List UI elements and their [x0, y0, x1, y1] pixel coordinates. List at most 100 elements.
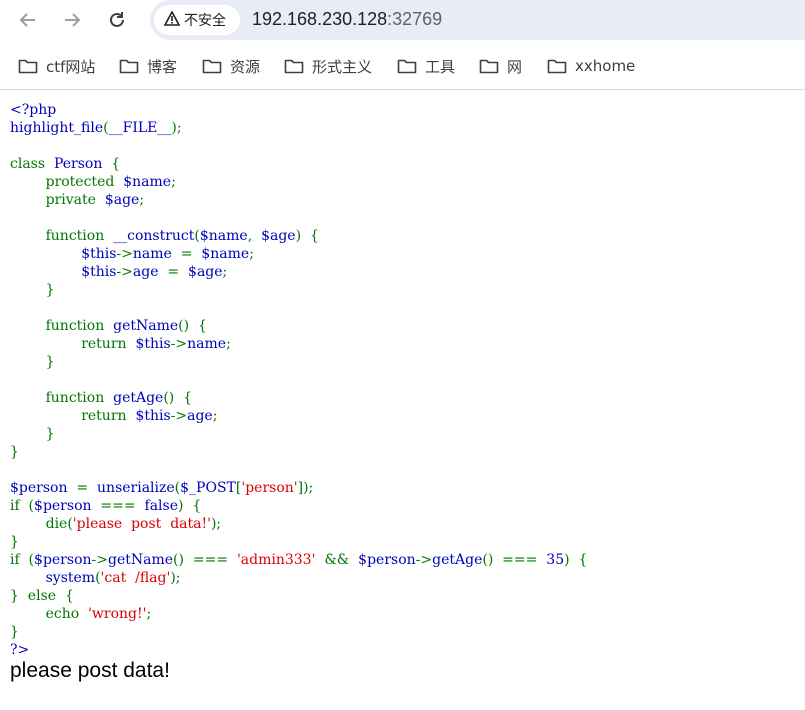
folder-icon — [18, 58, 38, 74]
code-token: 'cat /flag' — [100, 570, 171, 586]
code-line: } — [10, 624, 19, 640]
code-token: -> — [170, 336, 188, 352]
code-token: , — [247, 228, 262, 244]
code-token: 'wrong!' — [88, 606, 147, 622]
security-label: 不安全 — [184, 13, 226, 29]
code-token: $age — [188, 264, 223, 280]
code-token: getName — [113, 318, 179, 334]
code-token: $age — [104, 192, 140, 208]
code-token: ); — [210, 516, 222, 532]
code-token: age — [187, 408, 213, 424]
url-text[interactable]: 192.168.230.128:32769 — [252, 9, 442, 30]
code-line: protected $name; — [10, 174, 176, 190]
code-token: === — [100, 498, 145, 514]
code-token: $name — [201, 246, 250, 262]
code-line: if ($person->getName() === 'admin333' &&… — [10, 552, 587, 568]
code-line: system('cat /flag'); — [10, 570, 181, 586]
code-token: $person — [10, 480, 77, 496]
code-token: = — [167, 264, 189, 280]
code-token: echo — [10, 606, 89, 622]
bookmark-item[interactable]: ctf网站 — [18, 55, 95, 77]
security-chip[interactable]: 不安全 — [154, 5, 240, 35]
code-token: <?php — [10, 102, 57, 118]
code-token: ?> — [10, 642, 30, 658]
code-token: protected — [10, 174, 124, 190]
code-token: () === — [482, 552, 547, 568]
code-line: die('please post data!'); — [10, 516, 222, 532]
code-token: private — [10, 192, 105, 208]
code-line: $person = unserialize($_POST['person']); — [10, 480, 313, 496]
code-token: 35 — [546, 552, 565, 568]
code-token: ; — [171, 174, 176, 190]
code-token: } — [10, 624, 19, 640]
code-token: ; — [212, 408, 218, 424]
code-token: $this — [135, 408, 171, 424]
code-token: = — [180, 246, 202, 262]
code-token: $this — [81, 246, 117, 262]
reload-icon[interactable] — [103, 6, 131, 34]
folder-icon — [284, 58, 304, 74]
code-line: if ($person === false) { — [10, 498, 201, 514]
folder-icon — [119, 58, 139, 74]
browser-toolbar: 不安全 192.168.230.128:32769 — [0, 0, 805, 40]
code-token: { — [111, 156, 121, 172]
code-token: ; — [249, 246, 254, 262]
code-token: 'admin333' — [236, 552, 325, 568]
code-token: getAge — [113, 390, 164, 406]
code-token: $person — [34, 498, 101, 514]
back-arrow-icon[interactable] — [14, 6, 42, 34]
code-line: } — [10, 282, 55, 298]
code-token: () { — [178, 318, 207, 334]
bookmark-item[interactable]: 网 — [479, 55, 522, 77]
bookmark-item[interactable]: 工具 — [397, 55, 455, 77]
code-token: __construct — [113, 228, 195, 244]
code-token: name — [132, 246, 181, 262]
code-line: function getAge() { — [10, 390, 192, 406]
code-token: function — [10, 318, 114, 334]
code-token: ) { — [178, 498, 202, 514]
forward-arrow-icon[interactable] — [58, 6, 86, 34]
bookmark-item[interactable]: 博客 — [119, 55, 177, 77]
code-token: -> — [91, 552, 108, 568]
code-token: } else { — [10, 588, 74, 604]
bookmark-label: 工具 — [425, 57, 456, 76]
output-message: please post data! — [10, 659, 170, 682]
code-token: $name — [123, 174, 172, 190]
bookmark-label: 形式主义 — [312, 57, 373, 76]
code-line: } — [10, 426, 55, 442]
code-token: function — [10, 228, 114, 244]
code-line: $this->name = $name; — [10, 246, 254, 262]
code-token: -> — [116, 264, 133, 280]
bookmark-item[interactable]: 形式主义 — [284, 55, 372, 77]
code-token: ]); — [297, 480, 314, 496]
code-token: ; — [146, 606, 152, 622]
code-token: false — [144, 498, 178, 514]
bookmark-label: 资源 — [230, 57, 261, 76]
bookmark-label: 网 — [507, 57, 523, 76]
code-token: $name — [199, 228, 248, 244]
address-bar[interactable]: 不安全 192.168.230.128:32769 — [150, 0, 805, 40]
bookmark-item[interactable]: 资源 — [202, 55, 260, 77]
folder-icon — [397, 58, 417, 74]
url-port: :32769 — [387, 9, 443, 29]
code-token: highlight_file — [10, 120, 104, 136]
code-token: class — [10, 156, 54, 172]
code-token: ; — [226, 336, 231, 352]
code-line: ?> — [10, 642, 29, 658]
code-token: -> — [116, 246, 133, 262]
warning-icon — [163, 9, 181, 30]
bookmark-item[interactable]: xxhome — [547, 55, 635, 77]
url-host: 192.168.230.128 — [252, 9, 388, 29]
code-line: } else { — [10, 588, 74, 604]
code-token: if ( — [10, 498, 35, 514]
bookmark-label: xxhome — [575, 57, 636, 75]
code-token: age — [132, 264, 168, 280]
code-token: ); — [170, 570, 181, 586]
code-token: && — [324, 552, 359, 568]
code-token: $_POST — [180, 480, 236, 496]
code-token: } — [10, 426, 55, 442]
code-token: $this — [81, 264, 117, 280]
code-token: Person — [53, 156, 112, 172]
